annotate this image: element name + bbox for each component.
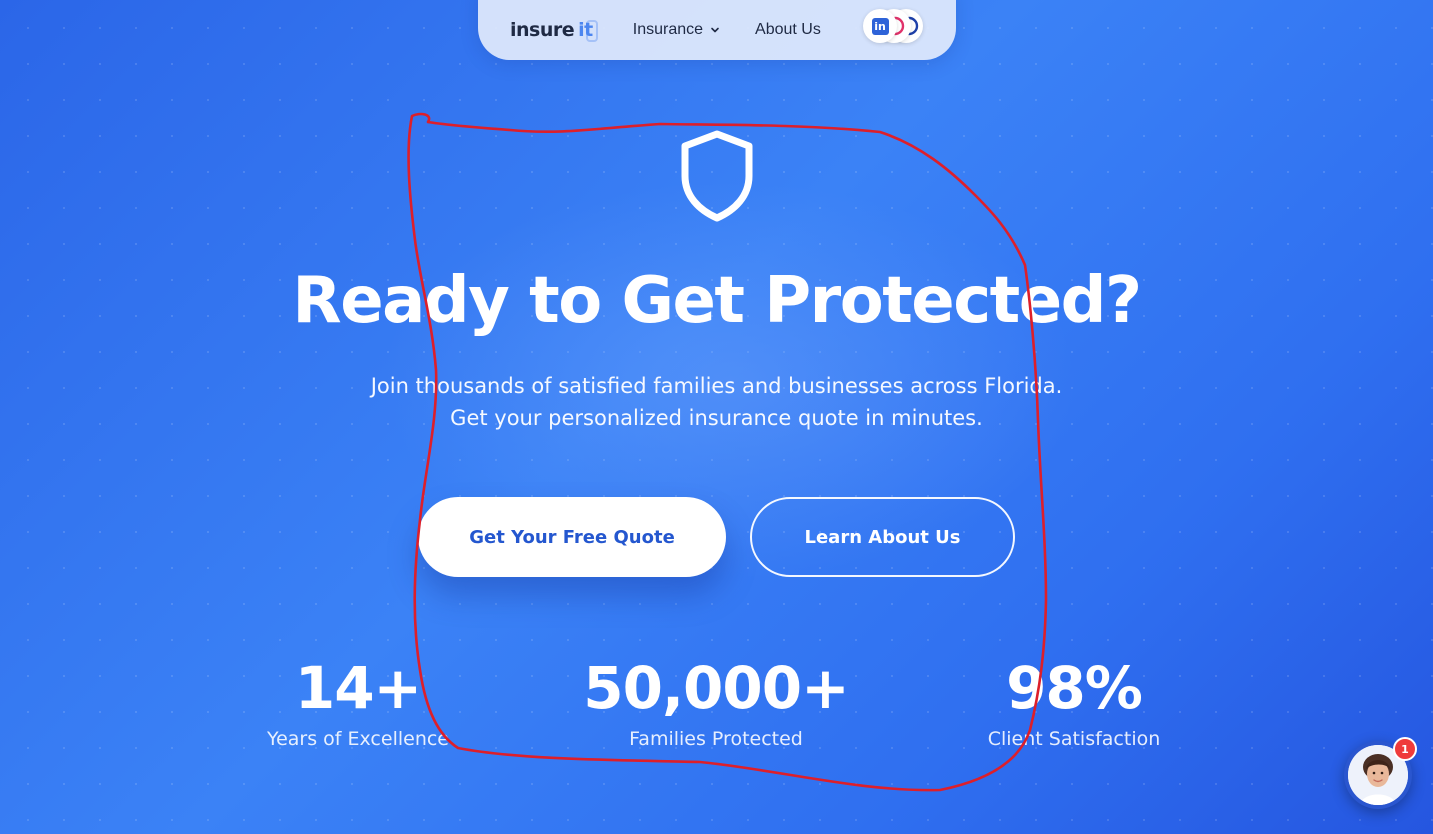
stat-value: 98% — [1006, 654, 1143, 722]
shield-icon — [681, 130, 753, 222]
hero-headline: Ready to Get Protected? — [292, 264, 1142, 338]
chat-widget-button[interactable]: 1 — [1344, 737, 1417, 809]
stat-satisfaction: 98% Client Satisfaction — [914, 652, 1234, 752]
stat-years: 14+ Years of Excellence — [198, 652, 518, 752]
hero-subtitle-line-2: Get your personalized insurance quote in… — [450, 406, 983, 430]
top-navbar: insure it Insurance About Us in — [478, 0, 956, 60]
notification-badge: 1 — [1393, 737, 1417, 761]
nav-insurance-dropdown[interactable]: Insurance — [633, 21, 721, 39]
stat-label: Families Protected — [629, 728, 803, 750]
get-free-quote-button[interactable]: Get Your Free Quote — [418, 497, 726, 577]
stat-families: 50,000+ Families Protected — [556, 652, 876, 752]
nav-about-link[interactable]: About Us — [755, 21, 821, 39]
hero-subtitle-line-1: Join thousands of satisfied families and… — [370, 374, 1063, 398]
logo[interactable]: insure it — [510, 19, 598, 42]
stat-value: 50,000+ — [583, 654, 849, 722]
logo-text: insure — [510, 19, 575, 41]
social-links: in — [863, 9, 925, 43]
chevron-down-icon — [711, 27, 719, 33]
nav-about-label: About Us — [755, 21, 821, 38]
linkedin-icon[interactable]: in — [863, 9, 897, 43]
logo-accent-text: it — [578, 19, 598, 42]
stat-label: Years of Excellence — [267, 728, 449, 750]
stat-label: Client Satisfaction — [987, 728, 1161, 750]
learn-about-us-button[interactable]: Learn About Us — [750, 497, 1015, 577]
hero-subtitle: Join thousands of satisfied families and… — [0, 370, 1433, 434]
stat-value: 14+ — [294, 654, 422, 722]
nav-insurance-label: Insurance — [632, 21, 704, 38]
linkedin-glyph: in — [871, 17, 889, 35]
